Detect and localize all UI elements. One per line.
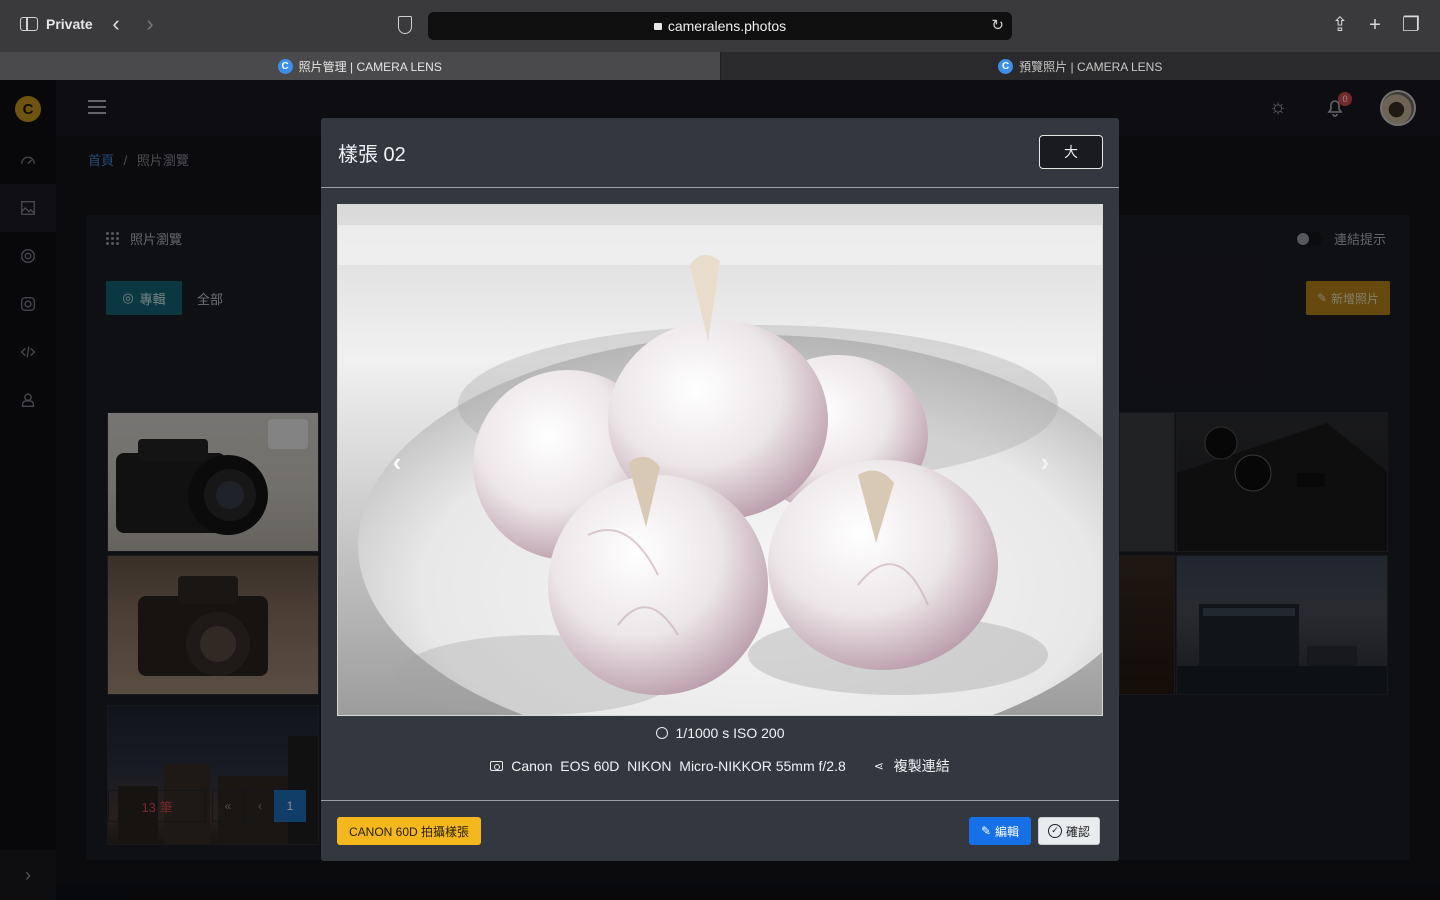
- modal-header: 樣張 02 大: [321, 118, 1119, 188]
- tab-title: 預覽照片 | CAMERA LENS: [1019, 59, 1163, 74]
- tab-title: 照片管理 | CAMERA LENS: [298, 59, 442, 74]
- back-button[interactable]: ‹: [106, 13, 126, 36]
- browser-toolbar: Private ‹ › cameralens.photos ↻ ⇪ + ❐: [0, 0, 1440, 52]
- url-text: cameralens.photos: [667, 18, 787, 34]
- reload-icon[interactable]: ↻: [991, 12, 1004, 40]
- gear-info-row: Canon EOS 60D NIKON Micro-NIKKOR 55mm f/…: [321, 756, 1119, 776]
- private-label: Private: [46, 16, 93, 32]
- carousel-prev-icon[interactable]: ‹: [386, 449, 408, 475]
- carousel-next-icon[interactable]: ›: [1034, 449, 1056, 475]
- photo-carousel[interactable]: ‹ ›: [337, 204, 1103, 716]
- edit-label: 編輯: [995, 824, 1020, 839]
- check-circle-icon: ✓: [1047, 824, 1062, 838]
- share-icon: ⋖: [873, 759, 884, 773]
- camera-info: Canon EOS 60D NIKON Micro-NIKKOR 55mm f/…: [490, 756, 846, 776]
- copy-link-button[interactable]: ⋖ 複製連結: [874, 756, 950, 776]
- address-bar[interactable]: cameralens.photos ↻: [428, 12, 1012, 40]
- pencil-icon: ✎: [980, 824, 992, 838]
- private-window-indicator[interactable]: Private: [20, 16, 93, 32]
- exif-text: 1/1000 s ISO 200: [675, 725, 785, 741]
- sidebar-toggle-icon[interactable]: [20, 17, 38, 31]
- tab-overview-icon[interactable]: ❐: [1400, 14, 1422, 36]
- tab-photo-manage[interactable]: C 照片管理 | CAMERA LENS: [0, 52, 720, 80]
- garlic-photo: [338, 205, 1102, 715]
- modal-title: 樣張 02: [338, 144, 406, 166]
- edit-button[interactable]: ✎ 編輯: [969, 817, 1031, 845]
- exif-info: 1/1000 s ISO 200: [321, 725, 1119, 745]
- tab-bar: C 照片管理 | CAMERA LENS C 預覽照片 | CAMERA LEN…: [0, 52, 1440, 80]
- forward-button[interactable]: ›: [140, 13, 160, 36]
- tab-photo-preview[interactable]: C 預覽照片 | CAMERA LENS: [719, 52, 1440, 80]
- copy-link-label: 複製連結: [893, 758, 950, 774]
- sample-tag-button[interactable]: CANON 60D 拍攝樣張: [337, 817, 482, 845]
- favicon-icon: C: [998, 58, 1014, 74]
- camera-text: Canon EOS 60D NIKON Micro-NIKKOR 55mm f/…: [511, 758, 846, 774]
- confirm-label: 確認: [1065, 824, 1090, 839]
- favicon-icon: C: [277, 58, 293, 74]
- share-icon[interactable]: ⇪: [1329, 14, 1351, 36]
- camera-icon: [490, 761, 504, 771]
- lock-icon: [653, 22, 662, 30]
- modal-footer: CANON 60D 拍攝樣張 ✎ 編輯 ✓ 確認: [321, 800, 1119, 861]
- confirm-button[interactable]: ✓ 確認: [1038, 817, 1100, 845]
- size-button[interactable]: 大: [1039, 135, 1103, 169]
- aperture-icon: [655, 727, 668, 739]
- new-tab-icon[interactable]: +: [1364, 14, 1386, 36]
- privacy-shield-icon[interactable]: [398, 16, 412, 34]
- photo-preview-modal: 樣張 02 大 ‹ › 1/1000 s ISO 200 Canon EOS 6…: [321, 118, 1119, 861]
